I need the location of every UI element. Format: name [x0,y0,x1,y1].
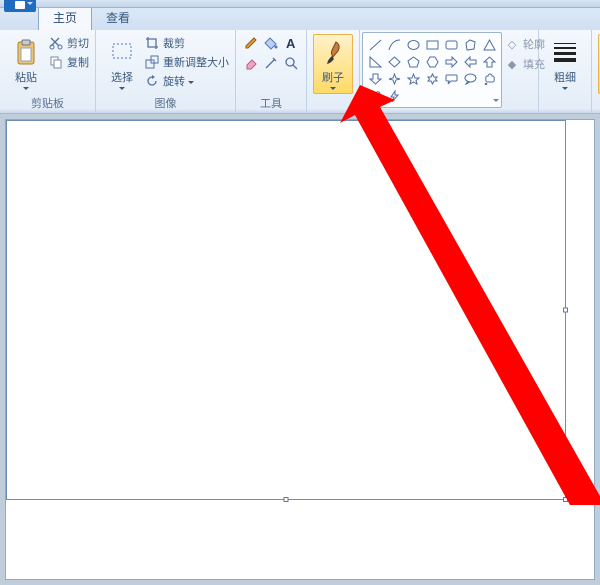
shape-arrow-right[interactable] [443,54,459,69]
group-colors: 颜色 1 颜色 2 [592,30,600,113]
shape-curve[interactable] [386,37,402,52]
copy-button[interactable]: 复制 [48,53,89,71]
ribbon: 粘贴 剪切 复制 剪贴板 选择 [0,30,600,114]
paste-label: 粘贴 [15,69,37,85]
shape-rectangle[interactable] [424,37,440,52]
shape-4point-star[interactable] [386,71,402,86]
shape-hexagon[interactable] [424,54,440,69]
dropdown-arrow-icon [23,87,29,90]
group-label-brushes [307,110,359,113]
fill-tool[interactable] [262,34,280,52]
canvas-viewport[interactable] [6,120,594,579]
resize-handle-east[interactable] [563,308,568,313]
group-label-tools: 工具 [236,94,306,113]
shape-diamond[interactable] [386,54,402,69]
shape-triangle[interactable] [481,37,497,52]
fill-label: 填充 [523,56,545,72]
shape-oval[interactable] [405,37,421,52]
group-size: 粗细 [539,30,592,113]
shape-pentagon[interactable] [405,54,421,69]
shape-5point-star[interactable] [405,71,421,86]
resize-label: 重新调整大小 [163,54,229,70]
rotate-button[interactable]: 旋转 [144,72,229,90]
dropdown-arrow-icon [119,87,125,90]
shape-callout-cloud[interactable] [481,71,497,86]
tab-view[interactable]: 查看 [92,6,144,30]
resize-handle-southeast[interactable] [563,497,568,502]
resize-icon [144,54,160,70]
shape-arrow-down[interactable] [367,71,383,86]
group-clipboard: 粘贴 剪切 复制 剪贴板 [0,30,96,113]
shape-rounded-rect[interactable] [443,37,459,52]
copy-icon [48,54,64,70]
shape-callout-rounded[interactable] [443,71,459,86]
picker-tool[interactable] [262,54,280,72]
scissors-icon [48,35,64,51]
shape-6point-star[interactable] [424,71,440,86]
resize-handle-south[interactable] [284,497,289,502]
shape-right-triangle[interactable] [367,54,383,69]
group-brushes: 刷子 [307,30,360,113]
shape-heart[interactable] [367,88,383,103]
shape-arrow-up[interactable] [481,54,497,69]
dropdown-arrow-icon [330,87,336,90]
crop-icon [144,35,160,51]
shapes-side-options: ◇ 轮廓 ◆ 填充 [504,30,538,73]
shape-polygon[interactable] [462,37,478,52]
tab-home[interactable]: 主页 [38,5,92,30]
brushes-button[interactable]: 刷子 [313,34,353,94]
fill-icon: ◆ [504,56,520,72]
resize-button[interactable]: 重新调整大小 [144,53,229,71]
crop-label: 裁剪 [163,35,185,51]
select-label: 选择 [111,69,133,85]
group-tools: A 工具 [236,30,307,113]
titlebar [0,0,600,8]
cut-button[interactable]: 剪切 [48,34,89,52]
dropdown-arrow-icon [188,81,194,84]
tool-grid: A [242,34,300,72]
eraser-tool[interactable] [242,54,260,72]
size-button[interactable]: 粗细 [545,34,585,94]
group-shapes: ◇ 轮廓 ◆ 填充 形状 [360,30,539,113]
canvas-area [0,114,600,585]
stroke-size-icon [553,39,577,67]
shape-arrow-left[interactable] [462,54,478,69]
group-image: 选择 裁剪 重新调整大小 旋转 图像 [96,30,236,113]
group-label-size [539,110,591,113]
crop-button[interactable]: 裁剪 [144,34,229,52]
shape-callout-oval[interactable] [462,71,478,86]
group-label-image: 图像 [96,94,235,113]
group-label-clipboard: 剪贴板 [0,94,95,113]
canvas-page[interactable] [6,120,566,500]
outline-label: 轮廓 [523,36,545,52]
shape-line[interactable] [367,37,383,52]
system-menu-button[interactable] [4,0,36,12]
cut-label: 剪切 [67,35,89,51]
shape-fill-button[interactable]: ◆ 填充 [504,55,545,73]
selection-icon [110,39,134,67]
copy-label: 复制 [67,54,89,70]
group-label-colors [592,110,600,113]
brush-icon [321,39,345,67]
size-label: 粗细 [554,69,576,85]
dropdown-arrow-icon [562,87,568,90]
select-button[interactable]: 选择 [102,34,142,94]
ribbon-tabs: 主页 查看 [0,8,600,30]
rotate-label: 旋转 [163,73,185,89]
shape-outline-button[interactable]: ◇ 轮廓 [504,35,545,53]
paste-button[interactable]: 粘贴 [6,34,46,94]
shapes-expand-handle[interactable] [491,97,499,105]
clipboard-icon [14,39,38,67]
rotate-icon [144,73,160,89]
brushes-label: 刷子 [322,69,344,85]
magnifier-tool[interactable] [282,54,300,72]
text-tool[interactable]: A [282,34,300,52]
outline-icon: ◇ [504,36,520,52]
svg-text:A: A [286,36,296,50]
shape-lightning[interactable] [386,88,402,103]
shapes-gallery[interactable] [362,32,502,108]
pencil-tool[interactable] [242,34,260,52]
